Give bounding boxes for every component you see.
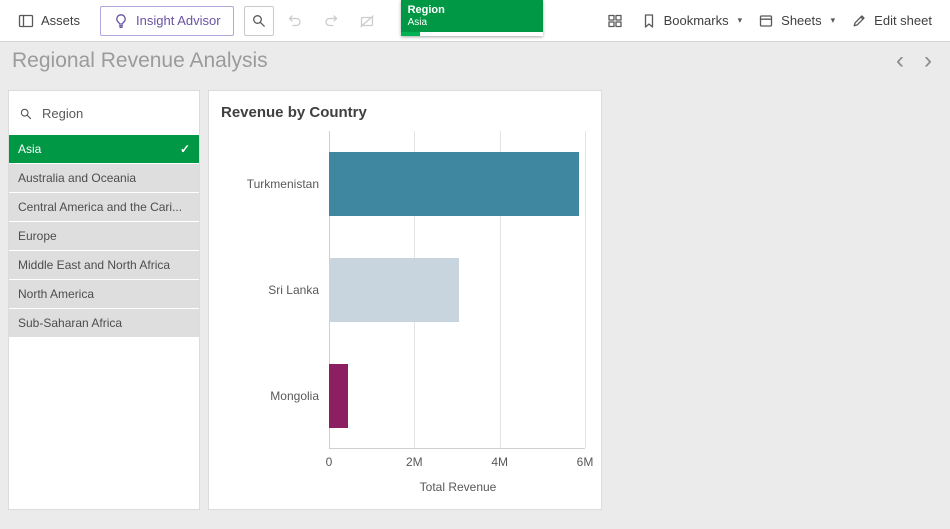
- listbox-item-label: Sub-Saharan Africa: [18, 316, 122, 330]
- region-filter-pane: Region Asia ✓ Australia and Oceania Central…: [8, 90, 200, 510]
- listbox-item[interactable]: Australia and Oceania: [9, 164, 199, 192]
- bookmark-icon: [641, 13, 657, 29]
- listbox-item-label: Asia: [18, 142, 41, 156]
- clear-selections-icon: [359, 13, 375, 29]
- smart-search-button[interactable]: [244, 6, 274, 36]
- selection-ratio-fill: [401, 32, 421, 36]
- x-axis-title: Total Revenue: [217, 480, 587, 494]
- x-axis: 02M4M6M: [217, 455, 587, 470]
- plot-region: Turkmenistan Sri Lanka Mongolia: [217, 131, 587, 449]
- bar-track: [329, 364, 585, 428]
- bar-track: [329, 258, 585, 322]
- listbox-item-label: Europe: [18, 229, 57, 243]
- selection-chip-value: Asia: [401, 16, 543, 28]
- listbox-item-label: North America: [18, 287, 94, 301]
- insight-advisor-button[interactable]: Insight Advisor: [100, 6, 234, 36]
- insight-advisor-label: Insight Advisor: [136, 13, 221, 28]
- selection-chip-region[interactable]: Region Asia: [401, 0, 543, 36]
- grid-icon: [607, 13, 623, 29]
- grid-menu-button[interactable]: [600, 6, 630, 36]
- selection-ratio-bar: [401, 32, 543, 36]
- clear-selections-button[interactable]: [352, 6, 382, 36]
- checkmark-icon: ✓: [180, 142, 190, 156]
- x-tick-label: 2M: [406, 455, 423, 469]
- bar-plot: Turkmenistan Sri Lanka Mongolia: [217, 131, 587, 449]
- edit-sheet-label: Edit sheet: [874, 13, 932, 28]
- step-forward-button[interactable]: [316, 6, 346, 36]
- assets-panel-icon: [18, 13, 34, 29]
- search-icon: [19, 107, 33, 121]
- assets-label: Assets: [41, 13, 80, 28]
- sheet-header: Regional Revenue Analysis ‹ ›: [0, 42, 950, 80]
- bar-band: Turkmenistan: [217, 131, 587, 237]
- step-back-button[interactable]: [280, 6, 310, 36]
- listbox-item-label: Australia and Oceania: [18, 171, 136, 185]
- listbox-item-label: Central America and the Cari...: [18, 200, 182, 214]
- listbox-item-label: Middle East and North Africa: [18, 258, 170, 272]
- filter-pane-title: Region: [42, 106, 83, 121]
- y-axis-label: Turkmenistan: [217, 177, 329, 191]
- toolbar: Assets Insight Advisor: [0, 0, 950, 42]
- y-axis-label: Sri Lanka: [217, 283, 329, 297]
- x-tick-label: 6M: [577, 455, 594, 469]
- chevron-down-icon: ▾: [738, 15, 743, 26]
- bar-mongolia[interactable]: [329, 364, 348, 428]
- edit-sheet-button[interactable]: Edit sheet: [843, 7, 940, 35]
- y-axis-label: Mongolia: [217, 389, 329, 403]
- x-axis-ticks: 02M4M6M: [329, 455, 585, 470]
- sheets-button[interactable]: Sheets ▾: [750, 7, 843, 35]
- sheet-icon: [758, 13, 774, 29]
- listbox-item[interactable]: Asia ✓: [9, 135, 199, 163]
- revenue-by-country-chart: Revenue by Country Turkmenistan Sri Lanka…: [208, 90, 602, 510]
- selection-chip-field: Region: [401, 0, 543, 16]
- chart-title: Revenue by Country: [209, 91, 601, 123]
- listbox-item[interactable]: Central America and the Cari...: [9, 193, 199, 221]
- x-tick-label: 0: [326, 455, 333, 469]
- assets-button[interactable]: Assets: [10, 7, 88, 35]
- toolbar-right-group: Bookmarks ▾ Sheets ▾ Edit sheet: [597, 0, 940, 41]
- pencil-icon: [851, 13, 867, 29]
- filter-pane-header[interactable]: Region: [9, 91, 199, 135]
- listbox-item[interactable]: North America: [9, 280, 199, 308]
- insight-advisor-lightbulb-icon: [113, 13, 129, 29]
- region-listbox: Asia ✓ Australia and Oceania Central Americ…: [9, 135, 199, 337]
- x-tick-label: 4M: [491, 455, 508, 469]
- bar-track: [329, 152, 585, 216]
- listbox-item[interactable]: Middle East and North Africa: [9, 251, 199, 279]
- bar-turkmenistan[interactable]: [329, 152, 579, 216]
- next-sheet-button[interactable]: ›: [914, 49, 942, 73]
- bookmarks-button[interactable]: Bookmarks ▾: [633, 7, 751, 35]
- bar-band: Sri Lanka: [217, 237, 587, 343]
- chevron-down-icon: ▾: [831, 15, 836, 26]
- page-title: Regional Revenue Analysis: [12, 49, 886, 73]
- toolbar-left-group: Assets Insight Advisor: [10, 0, 543, 41]
- undo-arrow-icon: [287, 13, 303, 29]
- search-icon: [251, 13, 267, 29]
- bar-sri-lanka[interactable]: [329, 258, 459, 322]
- listbox-item[interactable]: Sub-Saharan Africa: [9, 309, 199, 337]
- listbox-item[interactable]: Europe: [9, 222, 199, 250]
- previous-sheet-button[interactable]: ‹: [886, 49, 914, 73]
- bookmarks-label: Bookmarks: [664, 13, 729, 28]
- sheets-label: Sheets: [781, 13, 821, 28]
- redo-arrow-icon: [323, 13, 339, 29]
- bar-band: Mongolia: [217, 343, 587, 449]
